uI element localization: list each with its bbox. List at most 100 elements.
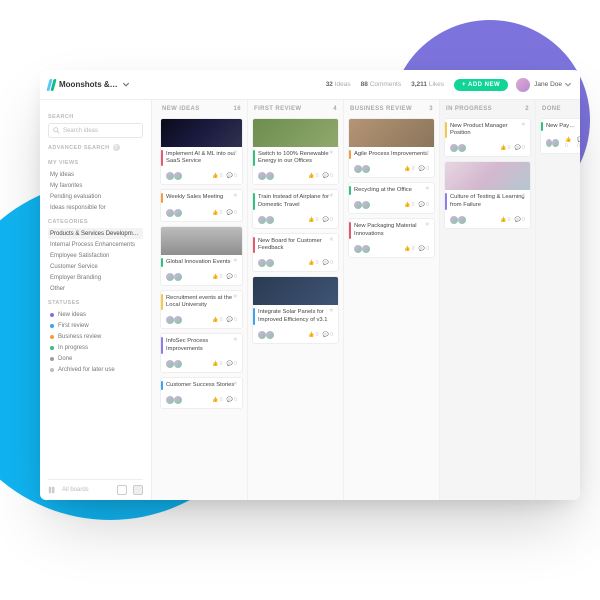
sidebar-status-item[interactable]: New ideas <box>48 309 143 320</box>
thumbs-up-icon[interactable]: 👍 0 <box>404 166 414 172</box>
idea-card[interactable]: ★Implement AI & ML into our SaaS Service… <box>160 118 243 185</box>
star-icon[interactable]: ★ <box>521 193 526 201</box>
advanced-search-link[interactable]: ADVANCED SEARCH ? <box>48 144 143 151</box>
idea-card[interactable]: ★New Product Manager Position 👍 0💬 0 <box>444 118 531 157</box>
thumbs-up-icon[interactable]: 👍 0 <box>212 317 222 323</box>
idea-card[interactable]: ★New Packaging Material Innovations 👍 0💬… <box>348 218 435 257</box>
assignee-avatar[interactable] <box>174 396 182 404</box>
sidebar-item[interactable]: My ideas <box>48 169 143 180</box>
user-avatar[interactable] <box>516 78 530 92</box>
comment-icon[interactable]: 💬 0 <box>323 260 333 266</box>
comment-icon[interactable]: 💬 0 <box>227 397 237 403</box>
assignee-avatar[interactable] <box>266 331 274 339</box>
assignee-avatar[interactable] <box>258 259 266 267</box>
comment-icon[interactable]: 💬 0 <box>227 274 237 280</box>
sidebar-item[interactable]: Employer Branding <box>48 272 143 283</box>
idea-card[interactable]: ★Culture of Testing & Learning from Fail… <box>444 161 531 228</box>
all-boards-link[interactable]: All boards <box>62 487 89 493</box>
sidebar-item[interactable]: Customer Service <box>48 261 143 272</box>
assignee-avatar[interactable] <box>174 273 182 281</box>
add-new-button[interactable]: + ADD NEW <box>454 79 508 91</box>
comment-icon[interactable]: 💬 0 <box>227 361 237 367</box>
idea-card[interactable]: ★Weekly Sales Meeting 👍 0💬 0 <box>160 189 243 221</box>
sidebar-item[interactable]: Ideas responsible for <box>48 202 143 213</box>
assignee-avatar[interactable] <box>552 139 558 147</box>
star-icon[interactable]: ★ <box>233 258 238 266</box>
assignee-avatar[interactable] <box>166 316 174 324</box>
comment-icon[interactable]: 💬 0 <box>419 246 429 252</box>
user-name[interactable]: Jane Doe <box>534 81 562 88</box>
thumbs-up-icon[interactable]: 👍 0 <box>500 217 510 223</box>
view-toggle-board[interactable] <box>133 485 143 495</box>
thumbs-up-icon[interactable]: 👍 0 <box>212 361 222 367</box>
idea-card[interactable]: ★Train Instead of Airplane for Domestic … <box>252 189 339 228</box>
comment-icon[interactable]: 💬 0 <box>323 332 333 338</box>
idea-card[interactable]: ★New Pay… 👍 0💬 0 <box>540 118 580 154</box>
star-icon[interactable]: ★ <box>329 150 334 158</box>
thumbs-up-icon[interactable]: 👍 0 <box>212 274 222 280</box>
boards-icon[interactable] <box>48 486 56 494</box>
star-icon[interactable]: ★ <box>425 222 430 230</box>
idea-card[interactable]: ★Customer Success Stories 👍 0💬 0 <box>160 377 243 409</box>
assignee-avatar[interactable] <box>354 165 362 173</box>
thumbs-up-icon[interactable]: 👍 0 <box>308 217 318 223</box>
assignee-avatar[interactable] <box>266 259 274 267</box>
assignee-avatar[interactable] <box>458 144 466 152</box>
thumbs-up-icon[interactable]: 👍 0 <box>308 173 318 179</box>
star-icon[interactable]: ★ <box>233 337 238 345</box>
assignee-avatar[interactable] <box>258 172 266 180</box>
assignee-avatar[interactable] <box>166 360 174 368</box>
assignee-avatar[interactable] <box>166 273 174 281</box>
assignee-avatar[interactable] <box>458 216 466 224</box>
comment-icon[interactable]: 💬 0 <box>515 145 525 151</box>
thumbs-up-icon[interactable]: 👍 0 <box>404 202 414 208</box>
comment-icon[interactable]: 💬 0 <box>515 217 525 223</box>
star-icon[interactable]: ★ <box>425 150 430 158</box>
idea-card[interactable]: ★Recruitment events at the Local Univers… <box>160 290 243 329</box>
sidebar-status-item[interactable]: Archived for later use <box>48 364 143 375</box>
comment-icon[interactable]: 💬 0 <box>323 173 333 179</box>
thumbs-up-icon[interactable]: 👍 0 <box>212 173 222 179</box>
sidebar-item[interactable]: Internal Process Enhancements <box>48 239 143 250</box>
comment-icon[interactable]: 💬 0 <box>577 137 580 149</box>
sidebar-status-item[interactable]: Business review <box>48 331 143 342</box>
sidebar-status-item[interactable]: First review <box>48 320 143 331</box>
comment-icon[interactable]: 💬 0 <box>419 202 429 208</box>
star-icon[interactable]: ★ <box>233 381 238 389</box>
assignee-avatar[interactable] <box>174 360 182 368</box>
thumbs-up-icon[interactable]: 👍 0 <box>308 332 318 338</box>
star-icon[interactable]: ★ <box>425 186 430 194</box>
idea-card[interactable]: ★Global Innovation Events 👍 0💬 0 <box>160 226 243 286</box>
assignee-avatar[interactable] <box>166 396 174 404</box>
idea-card[interactable]: ★InfoSec Process Improvements 👍 0💬 0 <box>160 333 243 372</box>
sidebar-item[interactable]: Other <box>48 283 143 294</box>
assignee-avatar[interactable] <box>362 201 370 209</box>
thumbs-up-icon[interactable]: 👍 0 <box>404 246 414 252</box>
idea-card[interactable]: ★Integrate Solar Panels for Improved Eff… <box>252 276 339 343</box>
assignee-avatar[interactable] <box>166 172 174 180</box>
view-toggle-list[interactable] <box>117 485 127 495</box>
comment-icon[interactable]: 💬 0 <box>227 173 237 179</box>
comment-icon[interactable]: 💬 0 <box>323 217 333 223</box>
star-icon[interactable]: ★ <box>329 237 334 245</box>
thumbs-up-icon[interactable]: 👍 0 <box>308 260 318 266</box>
assignee-avatar[interactable] <box>174 209 182 217</box>
idea-card[interactable]: ★Agile Process Improvements 👍 0💬 0 <box>348 118 435 178</box>
assignee-avatar[interactable] <box>362 245 370 253</box>
star-icon[interactable]: ★ <box>329 193 334 201</box>
assignee-avatar[interactable] <box>266 172 274 180</box>
assignee-avatar[interactable] <box>362 165 370 173</box>
assignee-avatar[interactable] <box>354 201 362 209</box>
assignee-avatar[interactable] <box>450 144 458 152</box>
idea-card[interactable]: ★Recycling at the Office 👍 0💬 0 <box>348 182 435 214</box>
assignee-avatar[interactable] <box>354 245 362 253</box>
star-icon[interactable]: ★ <box>233 193 238 201</box>
assignee-avatar[interactable] <box>258 331 266 339</box>
sidebar-item[interactable]: Products & Services Development <box>48 228 143 239</box>
idea-card[interactable]: ★New Board for Customer Feedback 👍 0💬 0 <box>252 233 339 272</box>
star-icon[interactable]: ★ <box>329 308 334 316</box>
thumbs-up-icon[interactable]: 👍 0 <box>212 210 222 216</box>
thumbs-up-icon[interactable]: 👍 0 <box>500 145 510 151</box>
sidebar-item[interactable]: Employee Satisfaction <box>48 250 143 261</box>
assignee-avatar[interactable] <box>166 209 174 217</box>
